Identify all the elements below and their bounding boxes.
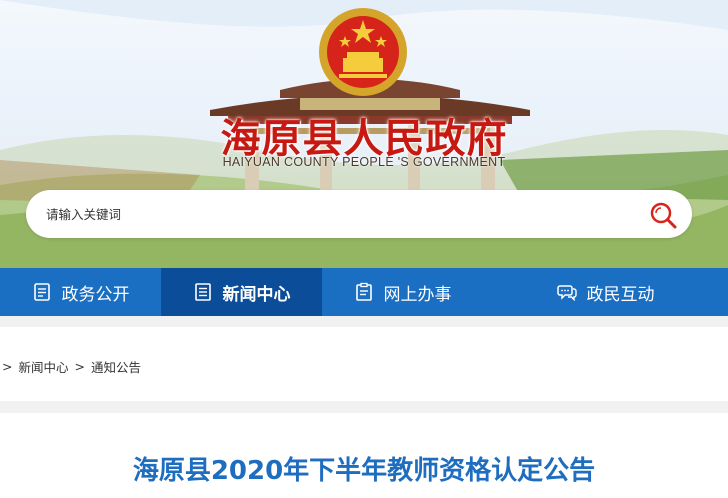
- nav-item-label: 网上办事: [383, 284, 452, 305]
- chat-bubbles-icon: [556, 285, 577, 302]
- section-divider: [0, 401, 728, 413]
- site-header: 海原县人民政府 HAIYUAN COUNTY PEOPLE 'S GOVERNM…: [0, 0, 728, 268]
- site-subtitle: HAIYUAN COUNTY PEOPLE 'S GOVERNMENT: [222, 155, 506, 169]
- breadcrumb-notices[interactable]: 通知公告: [91, 357, 141, 376]
- nav-item-public-interaction[interactable]: 政民互动: [483, 268, 728, 316]
- nav-item-government-affairs[interactable]: 政务公开: [0, 268, 161, 316]
- article-title: 海原县2020年下半年教师资格认定公告: [132, 456, 596, 486]
- breadcrumb-separator: >: [2, 359, 13, 374]
- search-bar: [26, 190, 692, 238]
- search-input[interactable]: [46, 204, 606, 224]
- newspaper-icon: [194, 283, 211, 301]
- breadcrumb-news-center[interactable]: 新闻中心: [18, 357, 68, 376]
- nav-item-online-services[interactable]: 网上办事: [322, 268, 483, 316]
- document-list-icon: [33, 283, 50, 301]
- clipboard-icon: [355, 282, 372, 301]
- breadcrumb-row: > 新闻中心 > 通知公告: [2, 357, 141, 376]
- national-emblem-icon: [319, 8, 407, 96]
- nav-item-label: 政务公开: [61, 284, 130, 305]
- breadcrumb-separator: >: [74, 359, 85, 374]
- section-divider: [0, 316, 728, 327]
- main-nav: 政务公开 新闻中心 网上办事 政民互动: [0, 268, 728, 316]
- nav-item-label: 政民互动: [586, 284, 655, 305]
- breadcrumb: > 新闻中心 > 通知公告: [0, 327, 728, 401]
- nav-item-news-center[interactable]: 新闻中心: [161, 268, 322, 316]
- nav-item-label: 新闻中心: [222, 284, 291, 305]
- search-icon[interactable]: [648, 200, 678, 230]
